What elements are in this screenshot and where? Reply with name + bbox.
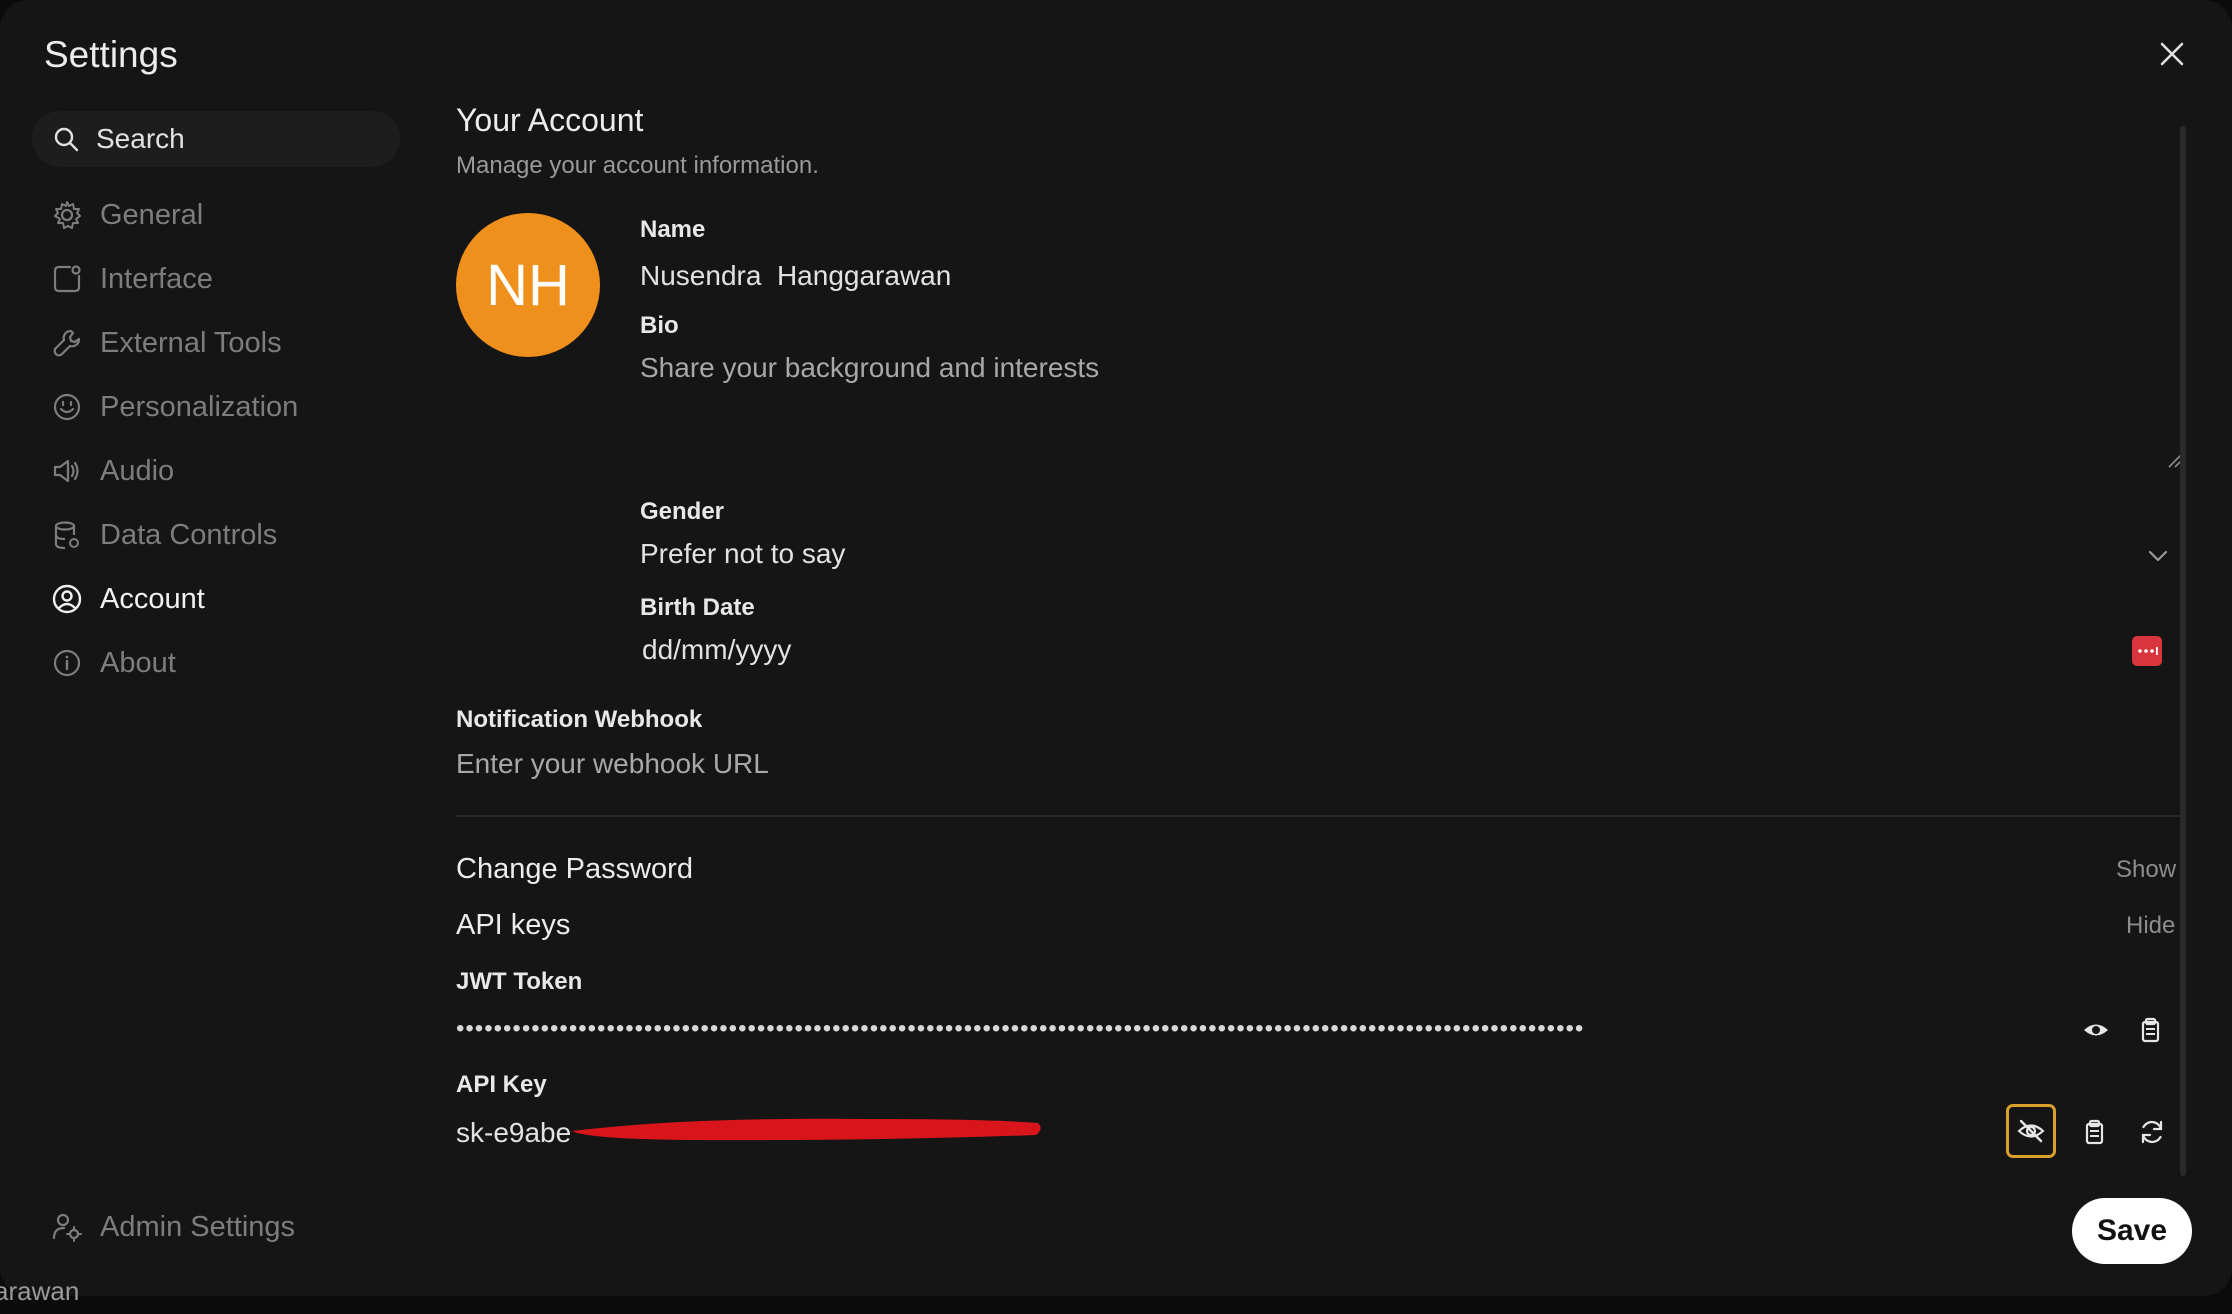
- eye-icon: [2084, 1024, 2108, 1036]
- section-subtitle: Manage your account information.: [456, 152, 819, 179]
- close-icon: [2160, 42, 2184, 66]
- clipboard-icon: [2141, 1017, 2160, 1043]
- gender-select[interactable]: Prefer not to say: [640, 538, 845, 570]
- sidebar-item-audio[interactable]: Audio: [50, 449, 174, 493]
- sidebar-item-external-tools[interactable]: External Tools: [50, 321, 282, 365]
- bio-field[interactable]: [640, 352, 2180, 468]
- api-keys-hide-toggle[interactable]: Hide: [2126, 912, 2175, 940]
- speaker-icon: [53, 459, 79, 483]
- settings-modal: Settings General Interface External Tool…: [0, 0, 2232, 1296]
- smile-icon: [53, 393, 81, 421]
- database-icon: [54, 521, 79, 550]
- user-cog-icon: [52, 1213, 82, 1242]
- api-key-regenerate-button[interactable]: [2130, 1110, 2174, 1154]
- search-box[interactable]: [32, 111, 400, 167]
- password-show-toggle[interactable]: Show: [2116, 856, 2176, 884]
- interface-icon: [53, 265, 81, 293]
- api-key-label: API Key: [456, 1071, 547, 1098]
- sidebar-item-interface[interactable]: Interface: [50, 257, 213, 301]
- sidebar-item-label: About: [100, 646, 176, 679]
- sidebar-item-general[interactable]: General: [50, 193, 203, 237]
- birth-date-label: Birth Date: [640, 594, 755, 621]
- sidebar-item-label: Account: [100, 582, 205, 615]
- name-label: Name: [640, 216, 706, 243]
- sidebar-item-label: General: [100, 198, 204, 231]
- redaction-mark: [572, 1118, 1041, 1141]
- sidebar-item-about[interactable]: About: [50, 641, 176, 685]
- save-button[interactable]: Save: [2072, 1198, 2192, 1264]
- avatar-initials: NH: [486, 252, 570, 318]
- calendar-icon: [2138, 647, 2158, 655]
- jwt-token-field[interactable]: ••••••••••••••••••••••••••••••••••••••••…: [456, 1012, 2068, 1046]
- search-icon: [54, 127, 79, 152]
- webhook-input[interactable]: [456, 744, 2156, 784]
- avatar[interactable]: NH: [456, 213, 600, 357]
- name-field[interactable]: [640, 256, 2140, 296]
- sidebar-item-label: Personalization: [100, 390, 299, 423]
- search-input[interactable]: [96, 123, 376, 155]
- user-circle-icon: [52, 584, 82, 614]
- background-strip: [0, 1296, 2232, 1314]
- sidebar-item-account[interactable]: Account: [50, 577, 205, 621]
- api-key-hide-button[interactable]: [2006, 1104, 2056, 1158]
- birth-date-field[interactable]: dd/mm/yyyy: [642, 634, 791, 666]
- info-icon: [53, 649, 81, 677]
- gender-label: Gender: [640, 498, 725, 525]
- sidebar-item-data-controls[interactable]: Data Controls: [50, 513, 277, 557]
- refresh-icon: [2141, 1120, 2163, 1144]
- webhook-label: Notification Webhook: [456, 706, 703, 733]
- background-partial-text: arawan: [0, 1276, 80, 1306]
- jwt-copy-button[interactable]: [2128, 1008, 2172, 1052]
- api-keys-title[interactable]: API keys: [456, 909, 570, 942]
- sidebar-item-label: Audio: [100, 454, 175, 487]
- section-title: Your Account: [456, 102, 644, 138]
- sidebar-item-admin-settings[interactable]: Admin Settings: [50, 1205, 295, 1249]
- settings-title: Settings: [44, 34, 178, 75]
- api-key-field[interactable]: sk-e9abe: [456, 1117, 571, 1149]
- jwt-token-label: JWT Token: [456, 968, 583, 995]
- sidebar-item-label: External Tools: [100, 326, 282, 359]
- scrollbar[interactable]: [2180, 126, 2186, 1176]
- change-password-title[interactable]: Change Password: [456, 853, 693, 886]
- sidebar-item-personalization[interactable]: Personalization: [50, 385, 298, 429]
- calendar-button[interactable]: [2132, 636, 2162, 666]
- bio-label: Bio: [640, 312, 679, 339]
- sidebar-item-label: Data Controls: [100, 518, 278, 551]
- close-button[interactable]: [2152, 34, 2192, 74]
- sidebar-item-label: Admin Settings: [100, 1210, 296, 1243]
- wrench-icon: [53, 329, 81, 357]
- eye-off-icon: [2017, 1119, 2045, 1143]
- chevron-down-icon[interactable]: [2144, 542, 2172, 570]
- jwt-show-button[interactable]: [2074, 1008, 2118, 1052]
- clipboard-icon: [2085, 1119, 2104, 1145]
- api-key-copy-button[interactable]: [2072, 1110, 2116, 1154]
- sidebar-item-label: Interface: [100, 262, 213, 295]
- gear-icon: [54, 201, 81, 229]
- divider: [456, 815, 2180, 817]
